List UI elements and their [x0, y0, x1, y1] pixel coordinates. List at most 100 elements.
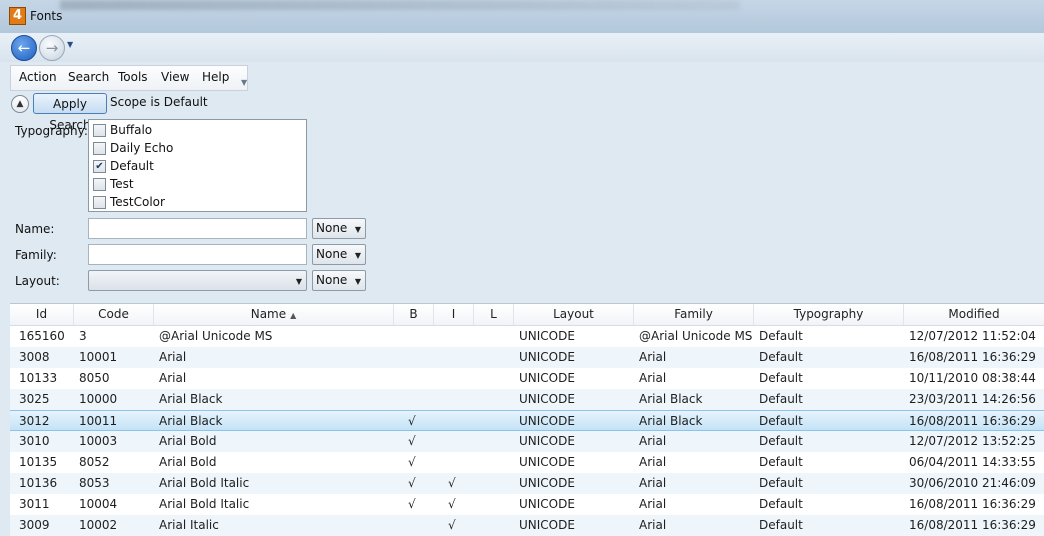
cell-typography: Default [759, 455, 803, 469]
cell-family: Arial [639, 476, 667, 490]
cell-bold: √ [408, 414, 416, 428]
cell-layout: UNICODE [519, 497, 575, 511]
table-row[interactable]: 3009 10002 Arial Italic √ UNICODE Arial Defaul… [10, 515, 1044, 536]
family-match-select[interactable]: None ▼ [312, 244, 366, 265]
cell-family: Arial [639, 371, 667, 385]
cell-layout: UNICODE [519, 414, 575, 428]
menu-search[interactable]: Search [68, 70, 109, 84]
cell-typography: Default [759, 434, 803, 448]
column-header-family[interactable]: Family [634, 304, 754, 325]
checkbox[interactable] [93, 124, 106, 137]
menu-help[interactable]: Help [202, 70, 229, 84]
cell-code: 8050 [79, 371, 110, 385]
layout-label: Layout: [15, 274, 60, 288]
navigation-bar: ← → ▼ [0, 33, 1044, 62]
table-row[interactable]: 3012 10011 Arial Black √ UNICODE Arial Black D… [10, 410, 1044, 431]
checkbox-checked[interactable]: ✔ [93, 160, 106, 173]
table-row[interactable]: 3008 10001 Arial UNICODE Arial Default 16/08/2… [10, 347, 1044, 368]
cell-code: 8053 [79, 476, 110, 490]
column-header-italic[interactable]: I [434, 304, 474, 325]
cell-typography: Default [759, 414, 803, 428]
column-header-l[interactable]: L [474, 304, 514, 325]
table-row[interactable]: 10136 8053 Arial Bold Italic √ √ UNICODE Arial… [10, 473, 1044, 494]
menu-tools[interactable]: Tools [118, 70, 148, 84]
table-row[interactable]: 3011 10004 Arial Bold Italic √ √ UNICODE Arial… [10, 494, 1044, 515]
cell-name: Arial Italic [159, 518, 219, 532]
cell-family: Arial [639, 518, 667, 532]
app-icon: 4 [9, 7, 26, 25]
grid-header: Id Code Name ▲ B I L Layout Family Typogr… [10, 304, 1044, 326]
column-header-layout[interactable]: Layout [514, 304, 634, 325]
typography-option-label: Default [110, 159, 154, 173]
menu-action[interactable]: Action [19, 70, 57, 84]
table-row[interactable]: 10135 8052 Arial Bold √ UNICODE Arial Default 0… [10, 452, 1044, 473]
cell-id: 3025 [19, 392, 50, 406]
cell-typography: Default [759, 518, 803, 532]
cell-code: 8052 [79, 455, 110, 469]
cell-id: 3010 [19, 434, 50, 448]
name-input[interactable] [88, 218, 307, 239]
collapse-search-icon[interactable]: ▲ [11, 95, 29, 113]
cell-name: Arial [159, 350, 187, 364]
checkbox[interactable] [93, 142, 106, 155]
title-bar: 4 Fonts [0, 0, 1044, 34]
checkbox[interactable] [93, 196, 106, 209]
cell-code: 3 [79, 329, 87, 343]
history-dropdown-icon[interactable]: ▼ [67, 40, 73, 49]
layout-match-value: None [316, 273, 348, 287]
name-label: Name: [15, 222, 55, 236]
cell-family: Arial [639, 455, 667, 469]
column-header-id[interactable]: Id [10, 304, 74, 325]
cell-id: 10136 [19, 476, 58, 490]
cell-id: 3012 [19, 414, 50, 428]
family-input[interactable] [88, 244, 307, 265]
cell-typography: Default [759, 476, 803, 490]
cell-id: 10135 [19, 455, 58, 469]
apply-search-button[interactable]: Apply Search [33, 93, 107, 132]
cell-name: Arial Black [159, 414, 223, 428]
cell-bold: √ [408, 455, 416, 469]
cell-layout: UNICODE [519, 392, 575, 406]
column-header-modified[interactable]: Modified [904, 304, 1044, 325]
scope-status: Scope is Default [110, 95, 208, 109]
toolbar-overflow-icon[interactable]: ▼ [241, 78, 247, 87]
fonts-grid: Id Code Name ▲ B I L Layout Family Typogr… [10, 303, 1044, 536]
forward-arrow-icon[interactable]: → [39, 35, 65, 61]
cell-modified: 23/03/2011 14:26:56 [909, 392, 1036, 406]
cell-typography: Default [759, 371, 803, 385]
cell-code: 10001 [79, 350, 118, 364]
cell-code: 10003 [79, 434, 118, 448]
cell-id: 3009 [19, 518, 50, 532]
table-row[interactable]: 3025 10000 Arial Black UNICODE Arial Black De… [10, 389, 1044, 410]
column-header-bold[interactable]: B [394, 304, 434, 325]
table-row[interactable]: 3010 10003 Arial Bold √ UNICODE Arial Default 1… [10, 431, 1044, 452]
typography-option-label: TestColor [110, 195, 165, 209]
cell-name: Arial Black [159, 392, 223, 406]
cell-code: 10004 [79, 497, 118, 511]
typography-label: Typography: [15, 124, 88, 138]
cell-name: Arial Bold Italic [159, 476, 250, 490]
checkbox[interactable] [93, 178, 106, 191]
layout-match-select[interactable]: None ▼ [312, 270, 366, 291]
cell-family: Arial [639, 350, 667, 364]
cell-typography: Default [759, 329, 803, 343]
cell-layout: UNICODE [519, 434, 575, 448]
column-header-name[interactable]: Name ▲ [154, 304, 394, 325]
cell-modified: 12/07/2012 11:52:04 [909, 329, 1036, 343]
typography-option-label: Daily Echo [110, 141, 174, 155]
cell-modified: 16/08/2011 16:36:29 [909, 414, 1036, 428]
menu-view[interactable]: View [161, 70, 189, 84]
cell-id: 10133 [19, 371, 58, 385]
chevron-down-icon: ▼ [354, 251, 361, 260]
cell-modified: 30/06/2010 21:46:09 [909, 476, 1036, 490]
column-header-typography[interactable]: Typography [754, 304, 904, 325]
cell-modified: 10/11/2010 08:38:44 [909, 371, 1036, 385]
table-row[interactable]: 165160 3 @Arial Unicode MS UNICODE @Arial Un… [10, 326, 1044, 347]
table-row[interactable]: 10133 8050 Arial UNICODE Arial Default 10/11/2… [10, 368, 1044, 389]
layout-select[interactable]: ▼ [88, 270, 307, 291]
back-arrow-icon[interactable]: ← [11, 35, 37, 61]
name-match-select[interactable]: None ▼ [312, 218, 366, 239]
cell-id: 3011 [19, 497, 50, 511]
column-header-code[interactable]: Code [74, 304, 154, 325]
column-header-name-label: Name [250, 307, 287, 321]
